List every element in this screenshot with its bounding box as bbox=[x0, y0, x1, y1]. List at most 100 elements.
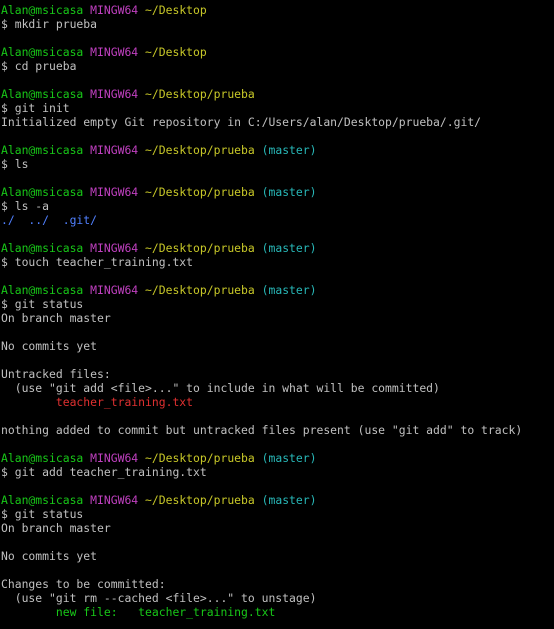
prompt-branch: (master) bbox=[261, 185, 317, 199]
prompt-branch: (master) bbox=[261, 451, 317, 465]
prompt-host: MINGW64 bbox=[90, 185, 139, 199]
output-line-text: On branch master bbox=[1, 521, 111, 535]
prompt-host: MINGW64 bbox=[90, 143, 139, 157]
prompt-branch: (master) bbox=[261, 143, 317, 157]
prompt-user: Alan@msicasa bbox=[1, 3, 84, 17]
output-line-text: Untracked files: bbox=[1, 367, 111, 381]
prompt-line: Alan@msicasa MINGW64 ~/Desktop/prueba (m… bbox=[1, 241, 554, 255]
prompt-user: Alan@msicasa bbox=[1, 185, 84, 199]
output-line-text: On branch master bbox=[1, 311, 111, 325]
command-line: $ git init bbox=[1, 101, 554, 115]
prompt-user: Alan@msicasa bbox=[1, 241, 84, 255]
output-line: On branch master bbox=[1, 311, 554, 325]
prompt-branch: (master) bbox=[261, 241, 317, 255]
prompt-host: MINGW64 bbox=[90, 87, 139, 101]
command-line-text: $ git init bbox=[1, 101, 70, 115]
directory-listing-line: ./ ../ .git/ bbox=[1, 213, 554, 227]
output-line: nothing added to commit but untracked fi… bbox=[1, 423, 554, 437]
output-line-text: No commits yet bbox=[1, 549, 98, 563]
prompt-branch: (master) bbox=[261, 493, 317, 507]
prompt-host: MINGW64 bbox=[90, 283, 139, 297]
output-line-text: (use "git add <file>..." to include in w… bbox=[1, 381, 440, 395]
prompt-path: ~/Desktop/prueba bbox=[145, 451, 255, 465]
command-line-text: $ git add teacher_training.txt bbox=[1, 465, 207, 479]
prompt-line: Alan@msicasa MINGW64 ~/Desktop/prueba (m… bbox=[1, 185, 554, 199]
command-line: $ ls -a bbox=[1, 199, 554, 213]
prompt-path: ~/Desktop/prueba bbox=[145, 241, 255, 255]
prompt-line: Alan@msicasa MINGW64 ~/Desktop/prueba (m… bbox=[1, 143, 554, 157]
untracked-file-line: teacher_training.txt bbox=[1, 395, 554, 409]
command-line: $ git status bbox=[1, 297, 554, 311]
command-line-text: $ mkdir prueba bbox=[1, 17, 98, 31]
command-line: $ git status bbox=[1, 507, 554, 521]
command-line: $ touch teacher_training.txt bbox=[1, 255, 554, 269]
output-line: No commits yet bbox=[1, 549, 554, 563]
prompt-line: Alan@msicasa MINGW64 ~/Desktop/prueba bbox=[1, 87, 554, 101]
prompt-user: Alan@msicasa bbox=[1, 283, 84, 297]
prompt-path: ~/Desktop bbox=[145, 45, 207, 59]
staged-file-line: new file: teacher_training.txt bbox=[1, 605, 554, 619]
prompt-path: ~/Desktop/prueba bbox=[145, 493, 255, 507]
prompt-path: ~/Desktop/prueba bbox=[145, 283, 255, 297]
prompt-line: Alan@msicasa MINGW64 ~/Desktop/prueba (m… bbox=[1, 283, 554, 297]
command-line: $ ls bbox=[1, 157, 554, 171]
output-line: Initialized empty Git repository in C:/U… bbox=[1, 115, 554, 129]
command-line: $ mkdir prueba bbox=[1, 17, 554, 31]
command-line-text: $ git status bbox=[1, 507, 84, 521]
untracked-file-line-text: teacher_training.txt bbox=[1, 395, 194, 409]
prompt-path: ~/Desktop bbox=[145, 3, 207, 17]
prompt-user: Alan@msicasa bbox=[1, 143, 84, 157]
prompt-line: Alan@msicasa MINGW64 ~/Desktop bbox=[1, 45, 554, 59]
command-line-text: $ ls -a bbox=[1, 199, 50, 213]
prompt-path: ~/Desktop/prueba bbox=[145, 87, 255, 101]
prompt-host: MINGW64 bbox=[90, 3, 139, 17]
output-line: Untracked files: bbox=[1, 367, 554, 381]
prompt-user: Alan@msicasa bbox=[1, 87, 84, 101]
prompt-host: MINGW64 bbox=[90, 241, 139, 255]
prompt-line: Alan@msicasa MINGW64 ~/Desktop/prueba (m… bbox=[1, 493, 554, 507]
prompt-line: Alan@msicasa MINGW64 ~/Desktop/prueba (m… bbox=[1, 451, 554, 465]
terminal-window[interactable]: Alan@msicasa MINGW64 ~/Desktop $ mkdir pr… bbox=[0, 0, 554, 629]
output-line: No commits yet bbox=[1, 339, 554, 353]
prompt-user: Alan@msicasa bbox=[1, 451, 84, 465]
output-line-text: Initialized empty Git repository in C:/U… bbox=[1, 115, 482, 129]
command-line-text: $ git status bbox=[1, 297, 84, 311]
prompt-path: ~/Desktop/prueba bbox=[145, 143, 255, 157]
prompt-line: Alan@msicasa MINGW64 ~/Desktop bbox=[1, 3, 554, 17]
output-line-text: (use "git rm --cached <file>..." to unst… bbox=[1, 591, 317, 605]
output-line-text: Changes to be committed: bbox=[1, 577, 166, 591]
command-line: $ cd prueba bbox=[1, 59, 554, 73]
staged-file-line-text: new file: teacher_training.txt bbox=[1, 605, 276, 619]
prompt-path: ~/Desktop/prueba bbox=[145, 185, 255, 199]
prompt-host: MINGW64 bbox=[90, 451, 139, 465]
directory-listing-line-text: ./ ../ .git/ bbox=[1, 213, 98, 227]
prompt-user: Alan@msicasa bbox=[1, 45, 84, 59]
output-line: Changes to be committed: bbox=[1, 577, 554, 591]
command-line: $ git add teacher_training.txt bbox=[1, 465, 554, 479]
prompt-host: MINGW64 bbox=[90, 493, 139, 507]
command-line-text: $ cd prueba bbox=[1, 59, 77, 73]
command-line-text: $ touch teacher_training.txt bbox=[1, 255, 194, 269]
prompt-user: Alan@msicasa bbox=[1, 493, 84, 507]
prompt-host: MINGW64 bbox=[90, 45, 139, 59]
output-line: (use "git rm --cached <file>..." to unst… bbox=[1, 591, 554, 605]
output-line-text: No commits yet bbox=[1, 339, 98, 353]
prompt-branch: (master) bbox=[261, 283, 317, 297]
output-line: On branch master bbox=[1, 521, 554, 535]
command-line-text: $ ls bbox=[1, 157, 29, 171]
output-line-text: nothing added to commit but untracked fi… bbox=[1, 423, 523, 437]
output-line: (use "git add <file>..." to include in w… bbox=[1, 381, 554, 395]
